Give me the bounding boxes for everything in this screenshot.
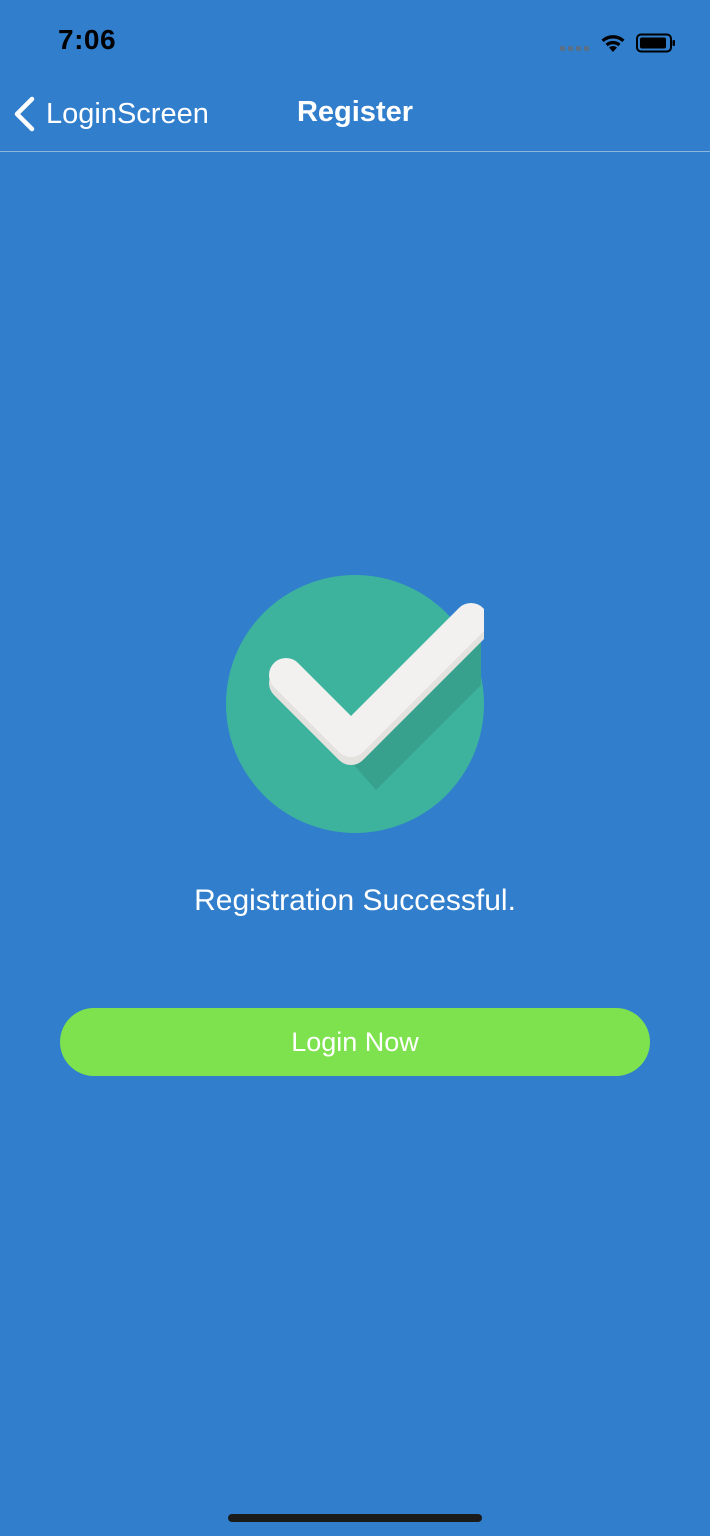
home-indicator	[228, 1514, 482, 1522]
cellular-signal-icon	[560, 46, 589, 51]
battery-icon	[636, 33, 675, 53]
login-now-button[interactable]: Login Now	[60, 1008, 650, 1076]
checkmark-circle-icon	[226, 575, 484, 833]
navigation-bar: LoginScreen Register	[0, 80, 710, 152]
status-bar: 7:06	[0, 0, 710, 80]
status-time: 7:06	[58, 24, 117, 55]
wifi-icon	[601, 35, 625, 52]
success-message: Registration Successful.	[194, 884, 516, 917]
registration-success-screen: 7:06 LoginScreen Register Registration S…	[0, 0, 710, 1536]
page-title: Register	[296, 96, 414, 128]
